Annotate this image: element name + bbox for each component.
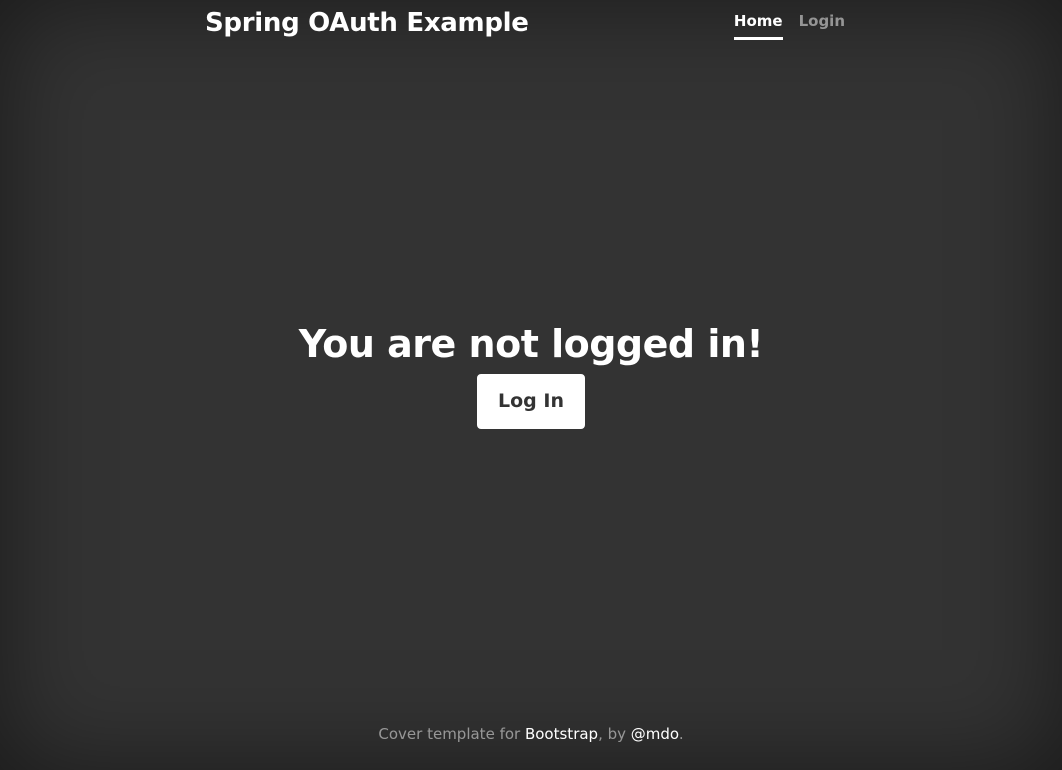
footer: Cover template for Bootstrap, by @mdo. xyxy=(0,723,1062,745)
footer-text-prefix: Cover template for xyxy=(378,725,525,743)
author-link[interactable]: @mdo xyxy=(631,725,679,743)
nav-link-login[interactable]: Login xyxy=(799,10,845,40)
footer-text-middle: , by xyxy=(598,725,631,743)
masthead: Spring OAuth Example Home Login xyxy=(205,0,847,50)
page-heading: You are not logged in! xyxy=(298,322,764,366)
log-in-button[interactable]: Log In xyxy=(477,374,585,429)
bootstrap-link[interactable]: Bootstrap xyxy=(525,725,598,743)
main-nav: Home Login xyxy=(733,10,845,40)
nav-link-home[interactable]: Home xyxy=(733,10,783,40)
cover-content: You are not logged in! Log In xyxy=(0,318,1062,429)
site-brand: Spring OAuth Example xyxy=(205,8,529,38)
footer-text-suffix: . xyxy=(678,725,684,743)
